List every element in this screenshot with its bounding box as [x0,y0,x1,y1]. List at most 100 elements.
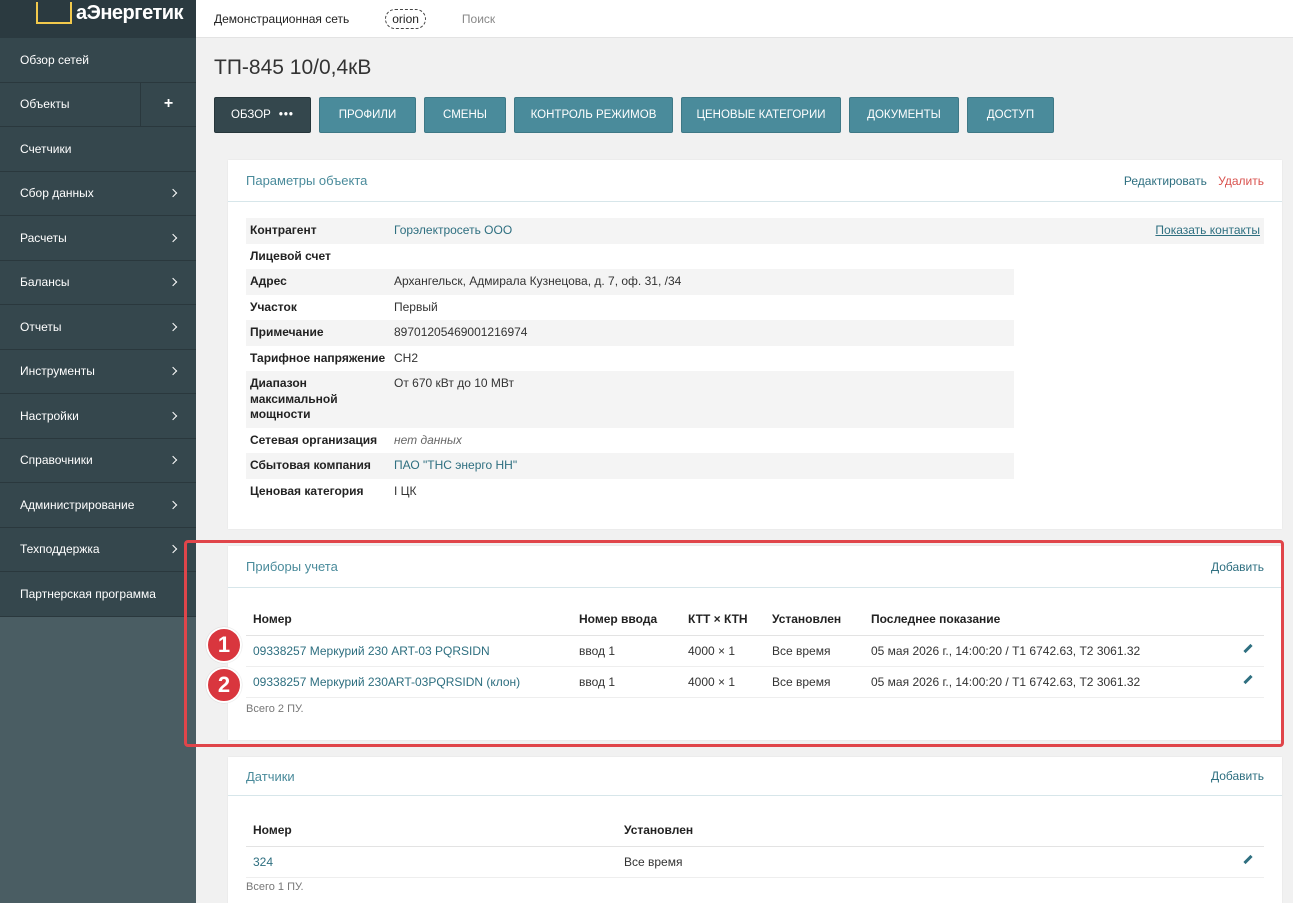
tab-label: ПРОФИЛИ [338,109,397,121]
tab-access[interactable]: ДОСТУП [967,97,1054,133]
sidebar-item-label: Справочники [20,453,93,468]
param-key: Сбытовая компания [246,453,390,479]
annotation-badge: 1 [206,627,242,663]
add-sensor-link[interactable]: Добавить [1211,769,1264,783]
sidebar-item-objects[interactable]: Объекты + [0,82,196,127]
tab-documents[interactable]: ДОКУМЕНТЫ [849,97,959,133]
sidebar-item-administration[interactable]: Администрирование [0,483,196,528]
tab-label: КОНТРОЛЬ РЕЖИМОВ [530,109,657,121]
param-row: Примечание 89701205469001216974 [246,320,1264,346]
sidebar-item-label: Сбор данных [20,186,94,201]
sidebar-item-directories[interactable]: Справочники [0,438,196,483]
user-badge[interactable]: orion [385,8,426,29]
param-key: Диапазон максимальной мощности [246,371,390,428]
panel-actions: Редактировать Удалить [1116,174,1264,188]
param-row: Контрагент Горэлектросеть ООО Показать кон… [246,218,1264,244]
counterparty-link[interactable]: Горэлектросеть ООО [390,218,1014,244]
add-object-button[interactable]: + [140,82,196,126]
tab-label: СМЕНЫ [443,109,487,121]
table-header-row: Номер Установлен [246,814,1264,847]
delete-link[interactable]: Удалить [1218,174,1264,188]
tab-label: ДОСТУП [986,109,1035,121]
sidebar-item-data-collection[interactable]: Сбор данных [0,171,196,216]
sidebar-item-label: Партнерская программа [20,586,156,601]
chevron-right-icon [168,545,178,554]
param-row: Сбытовая компания ПАО "ТНС энерго НН" [246,453,1264,479]
param-row: Ценовая категория I ЦК [246,479,1264,505]
object-params-panel: Параметры объекта Редактировать Удалить … [228,160,1282,529]
param-row: Сетевая организация нет данных [246,428,1264,454]
sidebar-item-label: Отчеты [20,319,62,334]
chevron-right-icon [168,411,178,420]
show-contacts-cell: Показать контакты [1014,218,1264,244]
params-list: Контрагент Горэлектросеть ООО Показать кон… [246,218,1264,504]
tab-profiles[interactable]: ПРОФИЛИ [319,97,416,133]
highlight-frame [184,540,1284,747]
sidebar-item-settings[interactable]: Настройки [0,394,196,439]
network-selector[interactable]: Демонстрационная сеть [214,12,349,26]
sidebar-item-label: Техподдержка [20,542,100,557]
sidebar-item-label: Объекты [20,97,70,112]
param-key: Примечание [246,320,390,346]
param-key: Контрагент [246,218,390,244]
param-row: Адрес Архангельск, Адмирала Кузнецова, д.… [246,269,1264,295]
sidebar-item-label: Счетчики [20,141,72,156]
show-contacts-link[interactable]: Показать контакты [1155,223,1260,237]
sidebar-item-meters[interactable]: Счетчики [0,127,196,172]
param-value [390,244,1014,270]
tab-shifts[interactable]: СМЕНЫ [424,97,506,133]
column-header-actions [1234,814,1264,847]
sidebar-item-label: Администрирование [20,497,135,512]
tab-bar: ОБЗОР ••• ПРОФИЛИ СМЕНЫ КОНТРОЛЬ РЕЖИМОВ … [214,97,1062,133]
sidebar-item-networks-overview[interactable]: Обзор сетей [0,38,196,83]
page-title: ТП-845 10/0,4кВ [214,56,372,79]
param-row: Диапазон максимальной мощности От 670 кВт… [246,371,1264,428]
tab-price-categories[interactable]: ЦЕНОВЫЕ КАТЕГОРИИ [681,97,841,133]
tab-overview[interactable]: ОБЗОР ••• [214,97,311,133]
sidebar-item-label: Расчеты [20,230,67,245]
param-row: Лицевой счет [246,244,1264,270]
chevron-right-icon [168,367,178,376]
pencil-icon[interactable] [1241,854,1253,866]
param-key: Ценовая категория [250,483,364,498]
sensor-link[interactable]: 324 [246,846,617,878]
sidebar-item-calculations[interactable]: Расчеты [0,216,196,261]
sidebar-item-support[interactable]: Техподдержка [0,527,196,572]
logo[interactable]: аЭнергетик [0,0,196,38]
logo-icon [36,2,72,24]
sidebar-item-tools[interactable]: Инструменты [0,349,196,394]
sidebar-item-label: Настройки [20,408,79,423]
edit-link[interactable]: Редактировать [1124,174,1207,188]
logo-text: аЭнергетик [76,1,184,24]
sidebar-item-balances[interactable]: Балансы [0,260,196,305]
sidebar-item-reports[interactable]: Отчеты [0,305,196,350]
param-value: нет данных [394,432,462,447]
param-row: Участок Первый [246,295,1264,321]
param-row: Тарифное напряжение СН2 [246,346,1264,372]
column-header: Номер [246,814,617,847]
tab-label: ЦЕНОВЫЕ КАТЕГОРИИ [696,109,826,121]
annotation-badge: 2 [206,667,242,703]
top-bar: Демонстрационная сеть orion Поиск [196,0,1293,38]
param-key: Тарифное напряжение [250,350,386,365]
search-link[interactable]: Поиск [462,12,495,26]
param-key: Адрес [246,269,390,295]
chevron-right-icon [168,233,178,242]
panel-title: Параметры объекта [246,173,368,188]
sidebar-item-label: Инструменты [20,364,95,379]
param-value: Архангельск, Адмирала Кузнецова, д. 7, о… [390,269,1014,295]
sensors-table: Номер Установлен 324 Все время [246,814,1264,878]
sidebar-item-label: Обзор сетей [20,52,90,67]
table-row: 324 Все время [246,846,1264,878]
tab-mode-control[interactable]: КОНТРОЛЬ РЕЖИМОВ [514,97,673,133]
param-value: 89701205469001216974 [390,320,1014,346]
panel-header: Датчики Добавить [228,757,1282,796]
chevron-right-icon [168,278,178,287]
sales-company-link[interactable]: ПАО "ТНС энерго НН" [390,453,1014,479]
chevron-right-icon [168,500,178,509]
sidebar-item-partner-program[interactable]: Партнерская программа [0,572,196,617]
sensors-panel: Датчики Добавить Номер Установлен 324 Вс… [228,757,1282,903]
param-value: СН2 [394,350,419,365]
more-icon: ••• [278,109,294,121]
tab-label: ДОКУМЕНТЫ [867,109,941,121]
